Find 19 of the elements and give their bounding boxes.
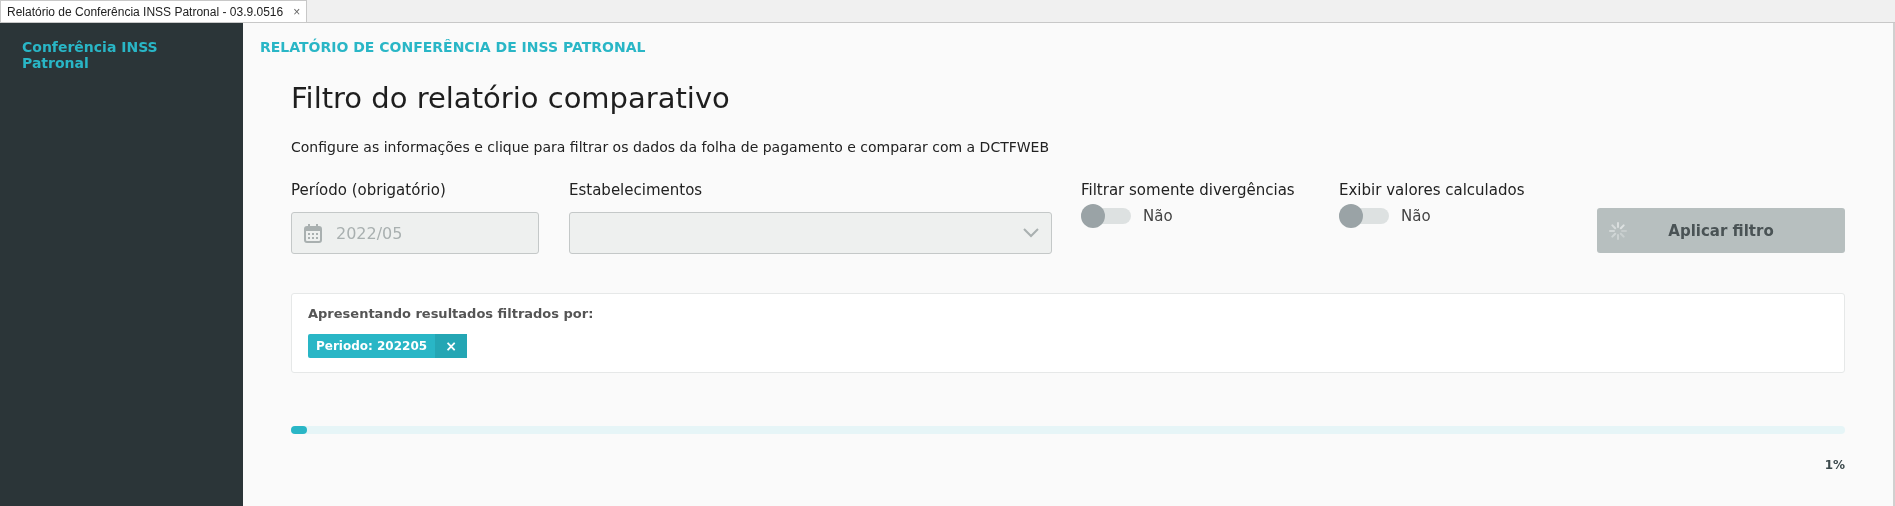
chevron-down-icon: [1023, 228, 1039, 238]
page-header: RELATÓRIO DE CONFERÊNCIA DE INSS PATRONAL: [259, 37, 647, 55]
sidebar-item[interactable]: Conferência INSS Patronal: [0, 39, 243, 71]
calendar-icon: [304, 223, 322, 243]
remove-tag-button[interactable]: ×: [435, 334, 467, 358]
switch-state-text: Não: [1143, 207, 1173, 225]
switch-label: Filtrar somente divergências: [1081, 181, 1296, 201]
tag-label: Periodo: 202205: [315, 339, 429, 353]
window-tab[interactable]: Relatório de Conferência INSS Patronal - 03.9.0516 ×: [0, 0, 308, 22]
field-label: Estabelecimentos: [569, 181, 704, 201]
description-text: Configure as informações e clique para filtrar os dados da folha de pagamento e comparar com a DCTFWEB: [291, 139, 1051, 155]
results-heading: Apresentando resultados filtrados por:: [308, 306, 595, 321]
progress-percent: 1%: [1824, 458, 1845, 472]
close-icon[interactable]: ×: [293, 4, 301, 19]
switch-state-text: Não: [1401, 207, 1431, 225]
field-label: Período (obrigatório): [291, 181, 447, 201]
spinner-icon: [1609, 221, 1627, 240]
page-title: Filtro do relatório comparativo: [291, 81, 731, 115]
switch-label: Exibir valores calculados: [1339, 181, 1526, 201]
